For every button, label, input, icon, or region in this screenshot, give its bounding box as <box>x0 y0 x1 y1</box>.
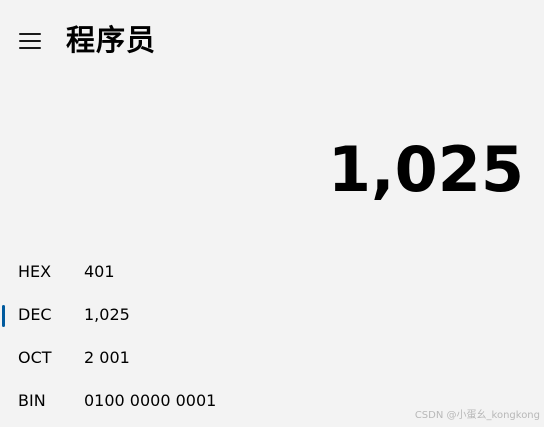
header-bar: 程序员 <box>0 0 544 82</box>
radix-list: HEX 401 DEC 1,025 OCT 2 001 BIN 0100 000… <box>0 251 544 423</box>
radix-label-bin: BIN <box>18 391 46 410</box>
hamburger-menu-icon[interactable] <box>14 26 46 56</box>
radix-label-hex: HEX <box>18 262 52 281</box>
result-display: 1,025 <box>327 133 524 206</box>
watermark: CSDN @小蛋幺_kongkong <box>414 410 540 421</box>
radix-row-hex[interactable]: HEX 401 <box>0 251 544 294</box>
hamburger-line <box>19 40 41 42</box>
radix-row-oct[interactable]: OCT 2 001 <box>0 337 544 380</box>
radix-value-bin: 0100 0000 0001 <box>84 391 217 410</box>
radix-value-dec: 1,025 <box>84 305 130 324</box>
radix-label-oct: OCT <box>18 348 52 367</box>
selection-indicator <box>2 305 5 327</box>
radix-value-oct: 2 001 <box>84 348 130 367</box>
radix-value-hex: 401 <box>84 262 115 281</box>
hamburger-line <box>19 47 41 49</box>
radix-row-dec[interactable]: DEC 1,025 <box>0 294 544 337</box>
page-title: 程序员 <box>66 23 157 57</box>
radix-label-dec: DEC <box>18 305 52 324</box>
hamburger-line <box>19 33 41 35</box>
